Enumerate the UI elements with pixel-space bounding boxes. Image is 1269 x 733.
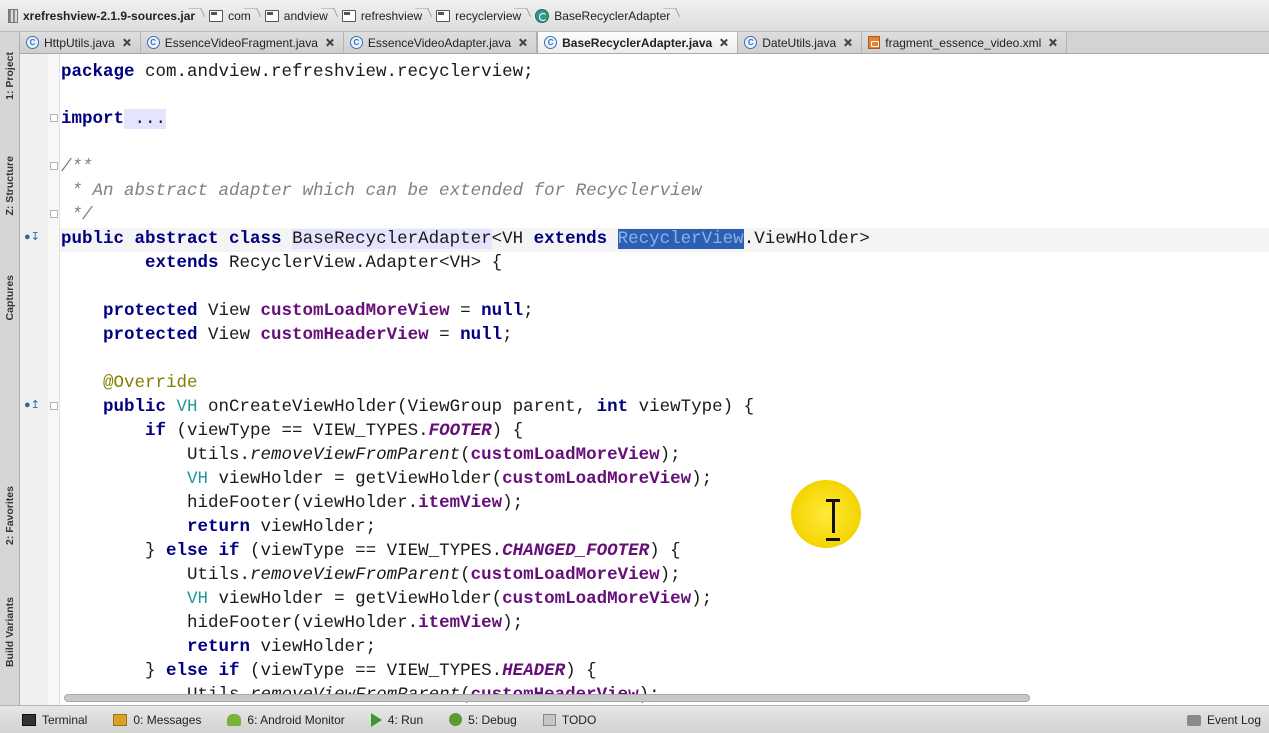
- structure-tool-button[interactable]: Z: Structure: [0, 140, 20, 232]
- messages-icon: [113, 713, 128, 726]
- left-tool-strip: 1: Project Z: Structure Captures 2: Favo…: [0, 32, 20, 705]
- jar-icon: [8, 8, 18, 23]
- package-icon: [264, 9, 279, 22]
- fold-toggle[interactable]: [50, 210, 58, 218]
- captures-tool-button[interactable]: Captures: [0, 258, 20, 338]
- package-icon: [436, 9, 451, 22]
- close-icon[interactable]: [517, 37, 528, 48]
- java-class-icon: C: [544, 36, 558, 49]
- event-log-icon: [1186, 714, 1201, 726]
- android-icon: [227, 713, 242, 726]
- fold-toggle[interactable]: [50, 162, 58, 170]
- tab-dateutils[interactable]: C DateUtils.java: [738, 32, 863, 53]
- code-line: return viewHolder;: [187, 517, 377, 537]
- code-line: package com.andview.refreshview.recycler…: [61, 62, 534, 82]
- code-editor[interactable]: package com.andview.refreshview.recycler…: [60, 54, 1269, 705]
- selected-text: RecyclerView: [617, 229, 744, 249]
- code-line: /**: [61, 157, 93, 177]
- code-line: extends RecyclerView.Adapter<VH> {: [145, 253, 503, 273]
- run-tool-button[interactable]: 4: Run: [370, 712, 423, 727]
- code-line: protected View customHeaderView = null;: [103, 325, 513, 345]
- android-monitor-tool-button[interactable]: 6: Android Monitor: [227, 713, 345, 727]
- code-line: */: [61, 205, 93, 225]
- build-variants-tool-button[interactable]: Build Variants: [0, 584, 20, 680]
- java-class-icon: C: [349, 36, 363, 49]
- project-tool-button[interactable]: 1: Project: [0, 36, 20, 116]
- breadcrumb-item-jar[interactable]: xrefreshview-2.1.9-sources.jar: [4, 5, 205, 27]
- fold-toggle[interactable]: [50, 114, 58, 122]
- breadcrumb-item-com[interactable]: com: [205, 5, 261, 27]
- java-class-icon: C: [744, 36, 758, 49]
- xml-file-icon: [868, 36, 881, 49]
- tab-fragment-essence-video-xml[interactable]: fragment_essence_video.xml: [862, 32, 1068, 53]
- editor-tab-bar: C HttpUtils.java C EssenceVideoFragment.…: [20, 32, 1269, 54]
- code-line: hideFooter(viewHolder.itemView);: [187, 493, 524, 513]
- close-icon[interactable]: [842, 37, 853, 48]
- close-icon[interactable]: [324, 37, 335, 48]
- code-line: hideFooter(viewHolder.itemView);: [187, 613, 524, 633]
- tab-httputils[interactable]: C HttpUtils.java: [20, 32, 141, 53]
- fold-column: [48, 54, 60, 705]
- favorites-tool-button[interactable]: 2: Favorites: [0, 468, 20, 562]
- messages-tool-button[interactable]: 0: Messages: [113, 713, 201, 727]
- bottom-tool-bar: Terminal 0: Messages 6: Android Monitor …: [0, 705, 1269, 733]
- breadcrumb-item-andview[interactable]: andview: [261, 5, 338, 27]
- code-line: VH viewHolder = getViewHolder(customLoad…: [187, 469, 713, 489]
- todo-tool-button[interactable]: TODO: [542, 713, 596, 727]
- code-line: Utils.removeViewFromParent(customLoadMor…: [187, 445, 681, 465]
- implemented-marker-icon[interactable]: ●↧: [24, 230, 40, 243]
- breadcrumb-item-class[interactable]: BaseRecyclerAdapter: [531, 5, 680, 27]
- tab-essencevideofragment[interactable]: C EssenceVideoFragment.java: [140, 32, 344, 53]
- navigation-breadcrumb: xrefreshview-2.1.9-sources.jar com andvi…: [0, 0, 1269, 32]
- fold-toggle[interactable]: [50, 402, 58, 410]
- override-marker-icon[interactable]: ●↥: [24, 398, 40, 411]
- code-line: Utils.removeViewFromParent(customLoadMor…: [187, 565, 681, 585]
- text-cursor-icon: [826, 499, 840, 541]
- code-line: VH viewHolder = getViewHolder(customLoad…: [187, 589, 713, 609]
- code-line: @Override: [103, 373, 198, 393]
- close-icon[interactable]: [718, 37, 729, 48]
- code-line: } else if (viewType == VIEW_TYPES.HEADER…: [145, 661, 597, 681]
- code-line: if (viewType == VIEW_TYPES.FOOTER) {: [145, 421, 524, 441]
- breadcrumb-item-refreshview[interactable]: refreshview: [338, 5, 432, 27]
- line-gutter[interactable]: ●↧ ●↥: [20, 54, 48, 705]
- event-log-button[interactable]: Event Log: [1186, 706, 1261, 733]
- code-line: return viewHolder;: [187, 637, 377, 657]
- horizontal-scrollbar[interactable]: [64, 694, 1030, 702]
- todo-icon: [542, 713, 556, 726]
- breadcrumb-item-recyclerview[interactable]: recyclerview: [432, 5, 531, 27]
- code-line: } else if (viewType == VIEW_TYPES.CHANGE…: [145, 541, 681, 561]
- java-class-icon: C: [146, 36, 160, 49]
- code-line: * An abstract adapter which can be exten…: [61, 181, 702, 201]
- run-icon: [370, 712, 382, 727]
- close-icon[interactable]: [1047, 37, 1058, 48]
- terminal-tool-button[interactable]: Terminal: [22, 713, 87, 727]
- class-icon: [535, 8, 550, 23]
- code-line: public abstract class BaseRecyclerAdapte…: [61, 229, 870, 249]
- close-icon[interactable]: [121, 37, 132, 48]
- code-line: protected View customLoadMoreView = null…: [103, 301, 534, 321]
- tab-essencevideoadapter[interactable]: C EssenceVideoAdapter.java: [343, 32, 538, 53]
- code-line: public VH onCreateViewHolder(ViewGroup p…: [103, 397, 755, 417]
- java-class-icon: C: [26, 36, 39, 49]
- package-icon: [209, 9, 224, 22]
- debug-icon: [449, 713, 463, 726]
- debug-tool-button[interactable]: 5: Debug: [449, 713, 517, 727]
- terminal-icon: [22, 713, 36, 726]
- code-line: import ...: [61, 109, 167, 129]
- tab-baserecycleradapter[interactable]: C BaseRecyclerAdapter.java: [537, 32, 739, 53]
- package-icon: [341, 9, 356, 22]
